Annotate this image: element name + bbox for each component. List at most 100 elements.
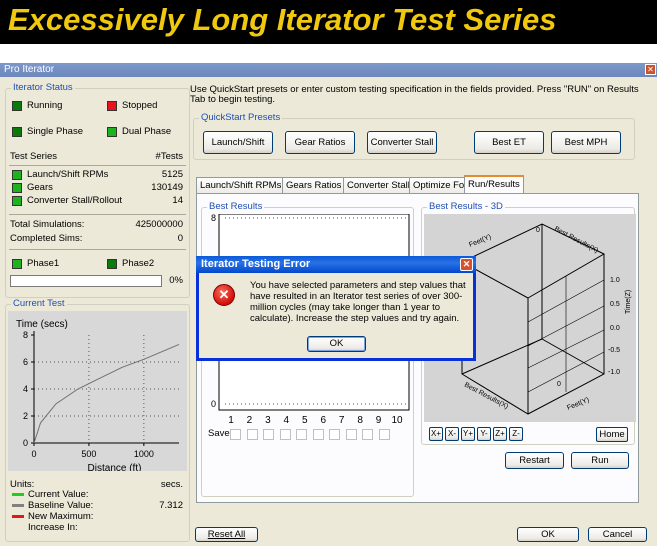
stopped-label: Stopped [122,100,158,111]
baseline-label: Baseline Value: [28,500,94,511]
view-z-plus-button[interactable]: Z+ [493,427,507,441]
save-checkbox[interactable] [312,429,324,440]
window-titlebar: Pro Iterator ✕ [0,63,657,77]
save-checkbox[interactable] [345,429,357,440]
error-dialog-close-button[interactable]: ✕ [460,258,473,271]
save-checkbox[interactable] [362,429,373,440]
x-tick-label: 1 [228,415,234,426]
instructions-text: Use QuickStart presets or enter custom t… [190,84,639,105]
y-tick-label: 2 [23,411,28,421]
ok-button[interactable]: OK [517,527,579,542]
single-phase-indicator [12,127,22,137]
series-indicator [12,170,22,180]
x-tick-label: 3 [265,415,271,426]
view-x-plus-button[interactable]: X+ [429,427,443,441]
series-label: Converter Stall/Rollout [27,195,123,206]
current-test-title: Current Test [11,298,67,309]
save-label: Save: [208,428,233,439]
y-tick-label: 8 [23,330,28,340]
stopped-indicator [107,101,117,111]
progress-percent: 0% [169,275,183,286]
save-checkbox[interactable] [230,429,241,440]
series-line [33,343,180,444]
phase2-label: Phase2 [122,258,155,269]
save-checkbox[interactable] [246,429,258,440]
tab-launch-shift-rpms[interactable]: Launch/Shift RPMs [196,177,286,193]
save-checkbox[interactable] [296,429,307,440]
x-tick-label: 7 [339,415,345,426]
divider [9,249,186,250]
3d-z-tick: 0.5 [610,301,620,308]
total-simulations-label: Total Simulations: [10,219,85,230]
total-simulations-value: 425000000 [135,219,183,230]
series-indicator [12,196,22,206]
x-tick-label: 5 [302,415,308,426]
phase2-indicator [107,259,117,269]
save-checkbox[interactable] [329,429,340,440]
save-checkbox[interactable] [378,429,390,440]
error-dialog-ok-button[interactable]: OK [307,336,366,352]
y-tick-label: 6 [23,357,28,367]
3d-z-tick: -0.5 [608,347,620,354]
cancel-button[interactable]: Cancel [588,527,647,542]
chart-xlabel: Distance (ft) [88,463,142,471]
completed-sims-value: 0 [177,233,183,244]
current-value-label: Current Value: [28,489,89,500]
new-maximum-label: New Maximum: [28,511,94,522]
series-count: 5125 [161,169,183,180]
window-close-button[interactable]: ✕ [645,64,656,75]
y-tick-label: 8 [211,214,216,223]
view-y-plus-button[interactable]: Y+ [461,427,475,441]
dual-phase-label: Dual Phase [122,126,172,137]
tab-optimize-for[interactable]: Optimize For [409,177,472,193]
tab-gears-ratios[interactable]: Gears Ratios [282,177,346,193]
view-y-minus-button[interactable]: Y- [477,427,491,441]
restart-button[interactable]: Restart [505,452,564,469]
current-test-chart: Time (secs) 0 2 4 6 8 0 500 1000 Distance (ft) [16,319,180,471]
run-button[interactable]: Run [571,452,629,469]
y-tick-label: 4 [23,384,28,394]
preset-best-mph-button[interactable]: Best MPH [551,131,621,154]
error-dialog: Iterator Testing Error ✕ ✕ You have sele… [196,256,476,361]
preset-gear-ratios-button[interactable]: Gear Ratios [285,131,355,154]
reset-all-button[interactable]: Reset All [195,527,258,542]
window-title: Pro Iterator [4,64,55,75]
3d-z-label: Time(Z) [625,290,632,314]
error-dialog-titlebar: Iterator Testing Error ✕ [196,256,476,273]
3d-z-tick: 1.0 [610,277,620,284]
tab-run-results[interactable]: Run/Results [464,175,524,193]
series-indicator [12,183,22,193]
x-tick-label: 2 [247,415,253,426]
preset-launch-shift-button[interactable]: Launch/Shift [203,131,273,154]
series-count: 14 [172,195,183,206]
preset-best-et-button[interactable]: Best ET [474,131,544,154]
tab-converter-stall[interactable]: Converter Stall [343,177,414,193]
view-z-minus-button[interactable]: Z- [509,427,523,441]
x-tick-label: 4 [284,415,290,426]
best-results-title: Best Results [207,201,265,212]
phase1-label: Phase1 [27,258,60,269]
banner-title: Excessively Long Iterator Test Series [8,2,557,37]
x-tick-label: 500 [81,449,96,459]
y-tick-label: 0 [211,399,216,409]
iterator-status-title: Iterator Status [11,82,75,93]
3d-bottom-label: 0 [557,381,561,388]
series-label: Launch/Shift RPMs [27,169,109,180]
units-value: secs. [160,479,183,490]
quickstart-presets-title: QuickStart Presets [199,112,283,123]
3d-z-tick: 0.0 [610,325,620,332]
baseline-legend [12,504,24,507]
new-maximum-legend [12,515,24,518]
progress-bar [10,275,162,287]
view-x-minus-button[interactable]: X- [445,427,459,441]
current-value-legend [12,493,24,496]
iterator-status-group: Iterator Status Running Stopped Single P… [5,82,190,298]
save-checkbox[interactable] [279,429,291,440]
x-tick-label: 9 [376,415,382,426]
series-label: Gears [27,182,53,193]
preset-converter-stall-button[interactable]: Converter Stall [367,131,437,154]
save-checkbox[interactable] [263,429,274,440]
x-tick-label: 8 [357,415,363,426]
home-button[interactable]: Home [596,427,628,442]
3d-z-tick: -1.0 [608,369,620,376]
